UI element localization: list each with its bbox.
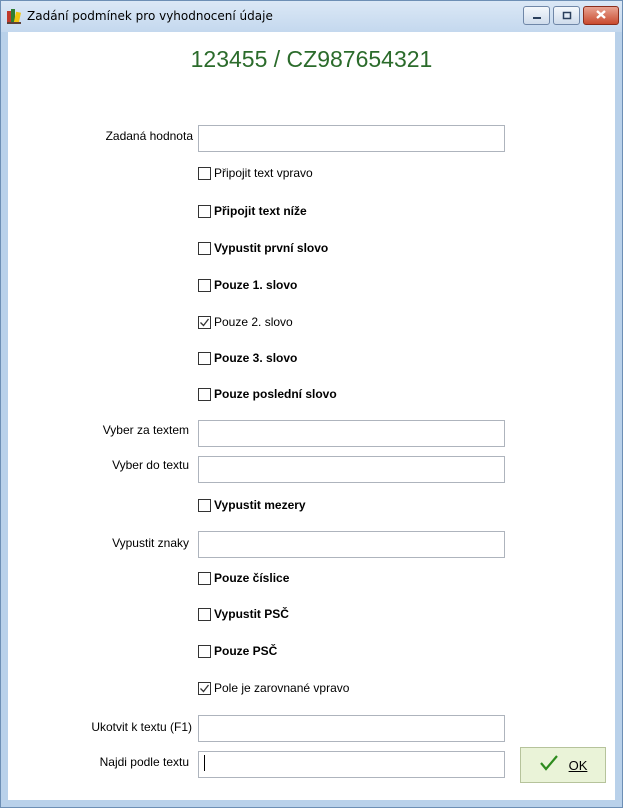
checkbox-box[interactable]	[198, 681, 211, 695]
vypustit-znaky-input[interactable]	[198, 531, 505, 558]
title-bar[interactable]: Zadání podmínek pro vyhodnocení údaje	[1, 1, 622, 32]
dialog-window: Zadání podmínek pro vyhodnocení údaje 12…	[0, 0, 623, 808]
checkbox-label: Vypustit PSČ	[214, 607, 289, 621]
checkbox-pouze-3-slovo[interactable]: Pouze 3. slovo	[198, 350, 297, 366]
maximize-icon	[562, 7, 572, 25]
checkbox-pripojit-text-nize[interactable]: Připojit text níže	[198, 203, 307, 219]
checkbox-pripojit-text-vpravo[interactable]: Připojit text vpravo	[198, 165, 313, 181]
checkbox-box[interactable]	[198, 351, 211, 365]
zadana-hodnota-label: Zadaná hodnota	[105, 129, 193, 143]
text-caret	[204, 755, 205, 771]
zadana-hodnota-input[interactable]	[198, 125, 505, 152]
checkbox-label: Pouze poslední slovo	[214, 387, 337, 401]
checkbox-box[interactable]	[198, 571, 211, 585]
ukotvit-k-textu-label: Ukotvit k textu (F1)	[91, 720, 192, 734]
vyber-za-textem-input[interactable]	[198, 420, 505, 447]
ok-button-label: OK	[568, 757, 588, 773]
checkbox-label: Připojit text níže	[214, 204, 307, 218]
najdi-podle-textu-label: Najdi podle textu	[99, 755, 189, 769]
checkbox-label: Pouze číslice	[214, 571, 290, 585]
checkbox-pouze-cislice[interactable]: Pouze číslice	[198, 570, 289, 586]
checkbox-vypustit-psc[interactable]: Vypustit PSČ	[198, 606, 289, 622]
ok-button[interactable]: OK	[520, 747, 606, 783]
minimize-icon	[532, 7, 542, 25]
checkbox-box[interactable]	[198, 644, 211, 658]
checkbox-box[interactable]	[198, 607, 211, 621]
vyber-do-textu-label: Vyber do textu	[112, 458, 189, 472]
checkbox-pouze-1-slovo[interactable]: Pouze 1. slovo	[198, 277, 297, 293]
minimize-button[interactable]	[523, 6, 550, 25]
record-code: 123455 / CZ987654321	[190, 46, 433, 72]
checkmark-icon	[200, 318, 210, 326]
checkbox-box[interactable]	[198, 315, 211, 329]
maximize-button[interactable]	[553, 6, 580, 25]
checkbox-vypustit-mezery[interactable]: Vypustit mezery	[198, 497, 306, 513]
checkbox-label: Připojit text vpravo	[214, 166, 313, 180]
window-title: Zadání podmínek pro vyhodnocení údaje	[27, 9, 273, 23]
checkbox-pole-je-zarovnane-vpravo[interactable]: Pole je zarovnané vpravo	[198, 680, 349, 696]
checkbox-label: Pouze 1. slovo	[214, 278, 298, 292]
checkbox-pouze-psc[interactable]: Pouze PSČ	[198, 643, 277, 659]
vyber-do-textu-input[interactable]	[198, 456, 505, 483]
checkbox-box[interactable]	[198, 278, 211, 292]
dialog-client-area: 123455 / CZ987654321 Zadaná hodnota Přip…	[8, 32, 615, 800]
checkmark-icon	[200, 684, 210, 692]
checkbox-vypustit-prvni-slovo[interactable]: Vypustit první slovo	[198, 240, 328, 256]
vyber-za-textem-label: Vyber za textem	[102, 423, 189, 437]
checkbox-box[interactable]	[198, 387, 211, 401]
checkbox-label: Vypustit mezery	[214, 498, 306, 512]
checkbox-label: Pouze PSČ	[214, 644, 278, 658]
checkbox-box[interactable]	[198, 241, 211, 255]
checkbox-pouze-posledni-slovo[interactable]: Pouze poslední slovo	[198, 386, 337, 402]
app-books-icon	[6, 8, 22, 24]
checkbox-pouze-2-slovo[interactable]: Pouze 2. slovo	[198, 314, 293, 330]
checkbox-box[interactable]	[198, 166, 211, 180]
checkbox-box[interactable]	[198, 498, 211, 512]
checkbox-label: Pouze 3. slovo	[214, 351, 298, 365]
checkbox-label: Vypustit první slovo	[214, 241, 329, 255]
vypustit-znaky-label: Vypustit znaky	[112, 536, 189, 550]
close-icon	[595, 7, 607, 25]
checkbox-box[interactable]	[198, 204, 211, 218]
checkbox-label: Pole je zarovnané vpravo	[214, 681, 350, 695]
close-button[interactable]	[583, 6, 619, 25]
checkbox-label: Pouze 2. slovo	[214, 315, 293, 329]
check-icon	[539, 754, 559, 777]
ukotvit-k-textu-input[interactable]	[198, 715, 505, 742]
najdi-podle-textu-input[interactable]	[198, 751, 505, 778]
